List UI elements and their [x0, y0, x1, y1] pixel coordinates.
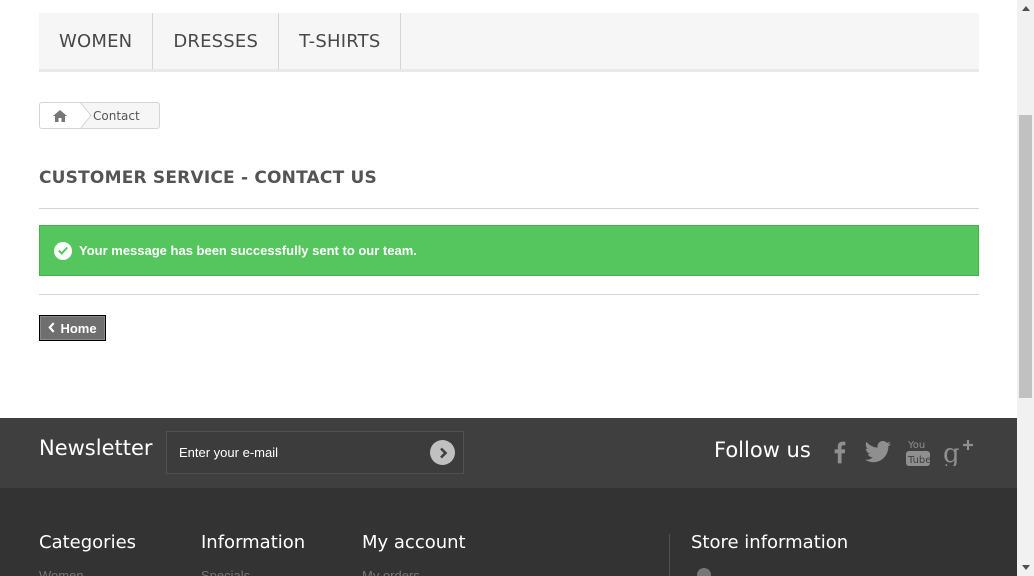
- footer-categories-title: Categories: [39, 532, 137, 553]
- vertical-scrollbar[interactable]: [1017, 0, 1034, 576]
- menu-item-tshirts[interactable]: T-SHIRTS: [279, 13, 402, 69]
- footer-link[interactable]: Women: [39, 568, 84, 576]
- home-icon: [53, 109, 67, 122]
- google-plus-icon[interactable]: g: [940, 434, 976, 470]
- facebook-icon[interactable]: [821, 434, 857, 470]
- svg-text:g: g: [943, 439, 960, 466]
- alert-message: Your message has been successfully sent …: [79, 243, 417, 258]
- divider: [39, 294, 979, 295]
- scroll-down-arrow-icon[interactable]: [1017, 559, 1034, 576]
- breadcrumb-home-link[interactable]: [40, 103, 80, 128]
- svg-text:You: You: [907, 440, 925, 451]
- footer: Categories Women Information Specials My…: [0, 488, 1017, 576]
- breadcrumb-current: Contact: [93, 108, 140, 123]
- footer-link[interactable]: Specials: [201, 568, 250, 576]
- chevron-left-icon: [48, 321, 55, 336]
- page-title: CUSTOMER SERVICE - CONTACT US: [39, 168, 979, 209]
- check-circle-icon: [54, 241, 72, 260]
- svg-text:Tube: Tube: [907, 455, 930, 466]
- map-pin-icon: [697, 568, 711, 576]
- newsletter-title: Newsletter: [39, 436, 153, 460]
- youtube-icon[interactable]: You Tube: [900, 434, 936, 470]
- menu-item-women[interactable]: WOMEN: [39, 13, 154, 69]
- page: WOMEN DRESSES T-SHIRTS Contact CUSTOMER …: [0, 0, 1017, 576]
- newsletter-section: Newsletter Enter your e-mail Follow us Y…: [0, 418, 1017, 488]
- scrollbar-thumb[interactable]: [1019, 115, 1032, 398]
- footer-my-account-title: My account: [362, 532, 466, 553]
- home-button[interactable]: Home: [39, 315, 106, 341]
- scroll-up-arrow-icon[interactable]: [1017, 0, 1034, 17]
- home-button-label: Home: [60, 320, 97, 336]
- menu-item-dresses[interactable]: DRESSES: [153, 13, 280, 69]
- arrow-right-circle-icon[interactable]: [430, 440, 455, 465]
- top-menu: WOMEN DRESSES T-SHIRTS: [39, 13, 979, 72]
- success-alert: Your message has been successfully sent …: [39, 225, 979, 276]
- footer-link[interactable]: My orders: [362, 568, 420, 576]
- breadcrumb: Contact: [39, 102, 160, 129]
- footer-divider: [669, 534, 670, 576]
- footer-information-title: Information: [201, 532, 306, 553]
- footer-store-information-title: Store information: [691, 532, 849, 553]
- twitter-icon[interactable]: [860, 434, 896, 470]
- breadcrumb-separator: [80, 103, 92, 128]
- newsletter-email-input[interactable]: Enter your e-mail: [166, 431, 464, 474]
- follow-us-title: Follow us: [714, 438, 811, 462]
